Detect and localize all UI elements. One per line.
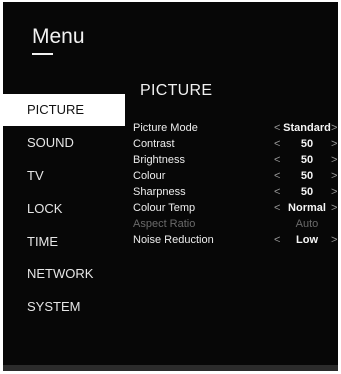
chevron-left-icon[interactable]: < xyxy=(274,120,280,136)
setting-value: 50 xyxy=(300,170,314,182)
chevron-left-icon[interactable]: < xyxy=(274,232,280,248)
setting-value: 50 xyxy=(300,186,314,198)
setting-picture-mode[interactable]: Picture Mode < Standard > xyxy=(133,120,338,136)
setting-sharpness[interactable]: Sharpness < 50 > xyxy=(133,184,338,200)
chevron-left-icon[interactable]: < xyxy=(274,184,280,200)
chevron-left-icon[interactable]: < xyxy=(274,200,280,216)
nav-item-sound[interactable]: SOUND xyxy=(3,127,125,159)
nav-item-time[interactable]: TIME xyxy=(3,226,125,258)
nav-item-picture[interactable]: PICTURE xyxy=(3,94,125,126)
menu-title-underline xyxy=(32,53,53,55)
setting-value: Standard xyxy=(283,122,331,134)
nav-item-system[interactable]: SYSTEM xyxy=(3,291,125,323)
chevron-left-icon[interactable]: < xyxy=(274,136,280,152)
nav-item-network[interactable]: NETWORK xyxy=(3,258,125,290)
setting-aspect-ratio: Aspect Ratio Auto xyxy=(133,216,338,232)
chevron-right-icon[interactable]: > xyxy=(331,136,337,152)
chevron-left-icon[interactable]: < xyxy=(274,152,280,168)
setting-label: Sharpness xyxy=(133,186,186,198)
tv-menu-screen: Menu PICTURE SOUND TV LOCK TIME NETWORK … xyxy=(3,2,338,371)
setting-label: Colour xyxy=(133,170,166,182)
chevron-left-icon[interactable]: < xyxy=(274,168,280,184)
chevron-right-icon[interactable]: > xyxy=(331,120,337,136)
nav-item-tv[interactable]: TV xyxy=(3,160,125,192)
chevron-right-icon[interactable]: > xyxy=(331,168,337,184)
setting-value: Normal xyxy=(288,202,326,214)
setting-label: Colour Temp xyxy=(133,202,196,214)
setting-colour-temp[interactable]: Colour Temp < Normal > xyxy=(133,200,338,216)
section-title: PICTURE xyxy=(140,82,213,99)
setting-contrast[interactable]: Contrast < 50 > xyxy=(133,136,338,152)
setting-brightness[interactable]: Brightness < 50 > xyxy=(133,152,338,168)
menu-title: Menu xyxy=(32,25,85,48)
setting-label: Aspect Ratio xyxy=(133,218,196,230)
chevron-right-icon[interactable]: > xyxy=(331,232,337,248)
setting-noise-reduction[interactable]: Noise Reduction < Low > xyxy=(133,232,338,248)
chevron-right-icon[interactable]: > xyxy=(331,152,337,168)
setting-label: Picture Mode xyxy=(133,122,198,134)
setting-value: 50 xyxy=(300,154,314,166)
setting-label: Brightness xyxy=(133,154,185,166)
chevron-right-icon[interactable]: > xyxy=(331,200,337,216)
chevron-right-icon[interactable]: > xyxy=(331,184,337,200)
setting-label: Contrast xyxy=(133,138,175,150)
setting-value: Auto xyxy=(295,218,319,230)
setting-value: 50 xyxy=(300,138,314,150)
nav-item-lock[interactable]: LOCK xyxy=(3,193,125,225)
setting-label: Noise Reduction xyxy=(133,234,214,246)
setting-colour[interactable]: Colour < 50 > xyxy=(133,168,338,184)
bottom-strip xyxy=(3,365,338,371)
setting-value: Low xyxy=(296,234,318,246)
